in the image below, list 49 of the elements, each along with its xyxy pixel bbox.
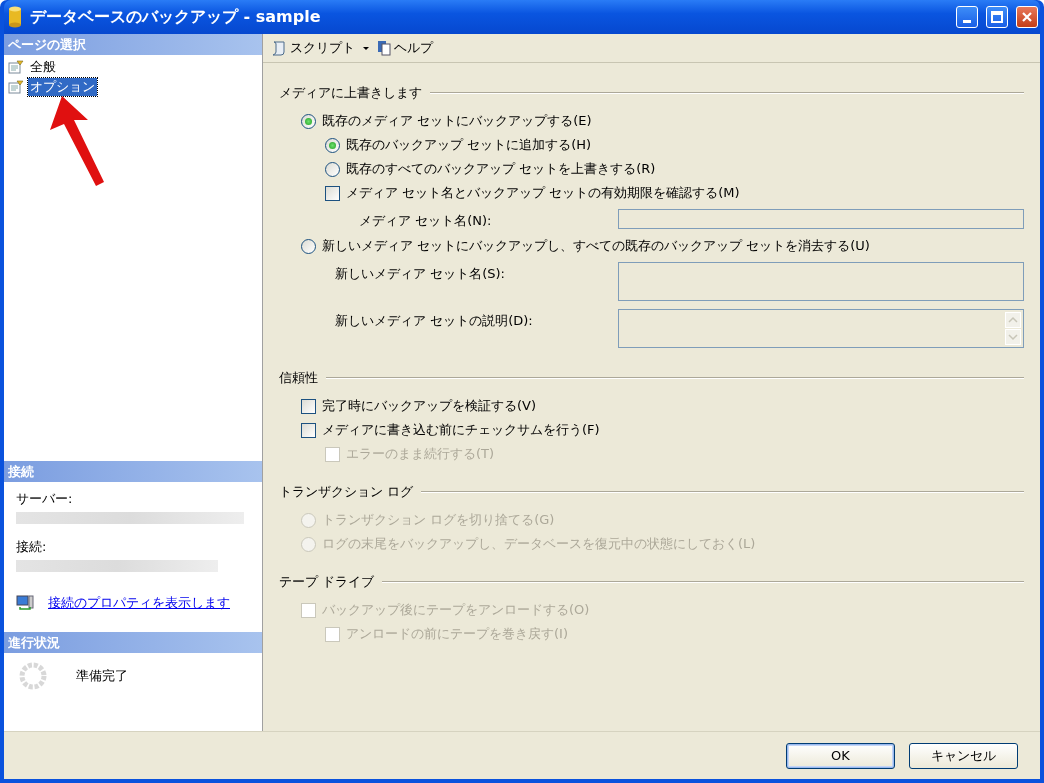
status-text: 準備完了 — [76, 667, 128, 685]
group-title: テープ ドライブ — [279, 573, 375, 591]
group-title: 信頼性 — [279, 369, 318, 387]
radio-button[interactable] — [301, 238, 316, 254]
radio-button[interactable] — [325, 161, 340, 177]
dialog-button[interactable]: キャンセル — [909, 742, 1018, 769]
group-title: メディアに上書きします — [279, 84, 422, 102]
script-button[interactable]: スクリプト — [269, 37, 357, 59]
checkbox[interactable] — [301, 422, 316, 438]
field-label: 新しいメディア セットの説明(D): — [335, 312, 534, 330]
page-item[interactable]: オプション — [28, 78, 97, 96]
checkbox-label[interactable]: 完了時にバックアップを検証する(V) — [322, 397, 537, 415]
help-button[interactable]: ヘルプ — [375, 37, 435, 59]
radio-label[interactable]: 既存のバックアップ セットに追加する(H) — [346, 136, 592, 154]
checkbox[interactable] — [301, 398, 316, 414]
radio-button[interactable] — [325, 137, 340, 153]
maximize-button[interactable] — [986, 6, 1008, 28]
close-icon — [1021, 11, 1033, 23]
checkbox-label[interactable]: メディア セット名とバックアップ セットの有効期限を確認する(M) — [346, 184, 740, 202]
dialog-button[interactable]: OK — [786, 742, 895, 769]
page-icon — [8, 60, 24, 74]
computer-icon — [16, 595, 34, 611]
scroll-icon — [271, 40, 287, 56]
page-icon — [8, 80, 24, 94]
radio-label[interactable]: 既存のすべてのバックアップ セットを上書きする(R) — [346, 160, 656, 178]
minimize-button[interactable] — [956, 6, 978, 28]
field-label: メディア セット名(N): — [359, 212, 493, 230]
section-header: ページの選択 — [4, 34, 262, 55]
help-book-icon — [377, 40, 391, 56]
input-field[interactable] — [618, 209, 1024, 229]
radio-label[interactable]: 新しいメディア セットにバックアップし、すべての既存のバックアップ セットを消去する(U) — [322, 237, 870, 255]
section-header: 進行状況 — [4, 632, 262, 653]
close-button[interactable] — [1016, 6, 1038, 28]
minimize-icon — [963, 19, 971, 23]
connection-properties-link[interactable]: 接続のプロパティを表示します — [48, 594, 230, 612]
field-label: 新しいメディア セット名(S): — [335, 265, 506, 283]
connection-label: 接続: — [16, 538, 48, 556]
database-icon — [8, 6, 22, 28]
section-header: 接続 — [4, 461, 262, 482]
group-title: トランザクション ログ — [279, 483, 414, 501]
server-label: サーバー: — [16, 490, 74, 508]
spinner-icon — [18, 661, 48, 691]
checkbox-label[interactable]: メディアに書き込む前にチェックサムを行う(F) — [322, 421, 600, 439]
page-item[interactable]: 全般 — [28, 58, 58, 76]
window-title: データベースのバックアップ - sample — [30, 6, 322, 28]
radio-label[interactable]: 既存のメディア セットにバックアップする(E) — [322, 112, 592, 130]
maximize-icon — [991, 11, 1003, 23]
radio-button[interactable] — [301, 113, 316, 129]
checkbox[interactable] — [325, 185, 340, 201]
